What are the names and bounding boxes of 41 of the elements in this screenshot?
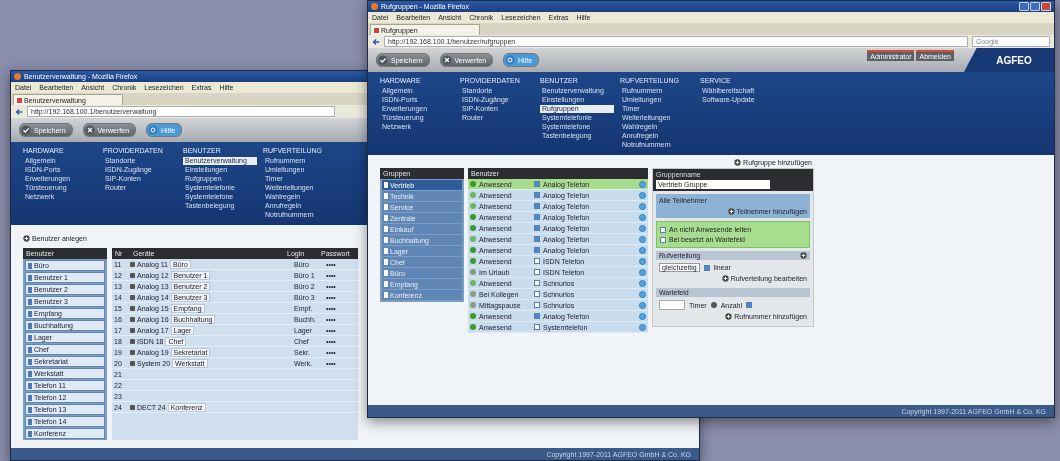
checkbox[interactable] bbox=[534, 214, 540, 220]
checkbox[interactable] bbox=[534, 324, 540, 330]
checkbox[interactable] bbox=[534, 247, 540, 253]
plus-icon[interactable] bbox=[800, 252, 807, 259]
checkbox[interactable] bbox=[746, 302, 753, 308]
toggle-icon[interactable] bbox=[710, 302, 717, 308]
checkbox[interactable] bbox=[534, 203, 540, 209]
checkbox[interactable] bbox=[534, 236, 540, 242]
plus-icon bbox=[727, 208, 735, 215]
logo: AGFEO bbox=[964, 48, 1054, 72]
ring-icon bbox=[505, 55, 516, 65]
checkbox[interactable] bbox=[534, 313, 540, 319]
check-icon bbox=[21, 125, 31, 135]
plus-icon bbox=[725, 313, 733, 320]
checkbox[interactable] bbox=[534, 291, 540, 297]
cross-icon bbox=[84, 125, 95, 135]
checkbox[interactable] bbox=[703, 264, 710, 271]
checkbox[interactable] bbox=[534, 280, 540, 286]
browser-icon bbox=[371, 3, 378, 10]
close-button[interactable] bbox=[1041, 2, 1051, 11]
checkbox[interactable] bbox=[534, 269, 540, 275]
plus-icon bbox=[721, 275, 729, 282]
checkbox[interactable] bbox=[534, 302, 540, 308]
checkbox[interactable] bbox=[534, 225, 540, 231]
browser-icon bbox=[14, 73, 21, 80]
minimize-button[interactable] bbox=[1019, 2, 1029, 11]
maximize-button[interactable] bbox=[1030, 2, 1040, 11]
cross-icon bbox=[441, 55, 452, 65]
plus-icon bbox=[23, 235, 30, 242]
check-icon bbox=[378, 55, 388, 65]
back-arrow-icon[interactable] bbox=[15, 107, 23, 116]
plus-icon bbox=[734, 159, 742, 166]
checkbox[interactable] bbox=[534, 192, 540, 198]
phone-icon bbox=[130, 404, 135, 410]
checkbox[interactable] bbox=[534, 258, 540, 264]
checkbox[interactable] bbox=[660, 236, 666, 243]
back-arrow-icon[interactable] bbox=[372, 37, 380, 46]
checkbox[interactable] bbox=[660, 226, 666, 233]
ring-icon bbox=[148, 125, 159, 135]
checkbox[interactable] bbox=[534, 181, 540, 187]
queue-field[interactable] bbox=[659, 300, 685, 310]
